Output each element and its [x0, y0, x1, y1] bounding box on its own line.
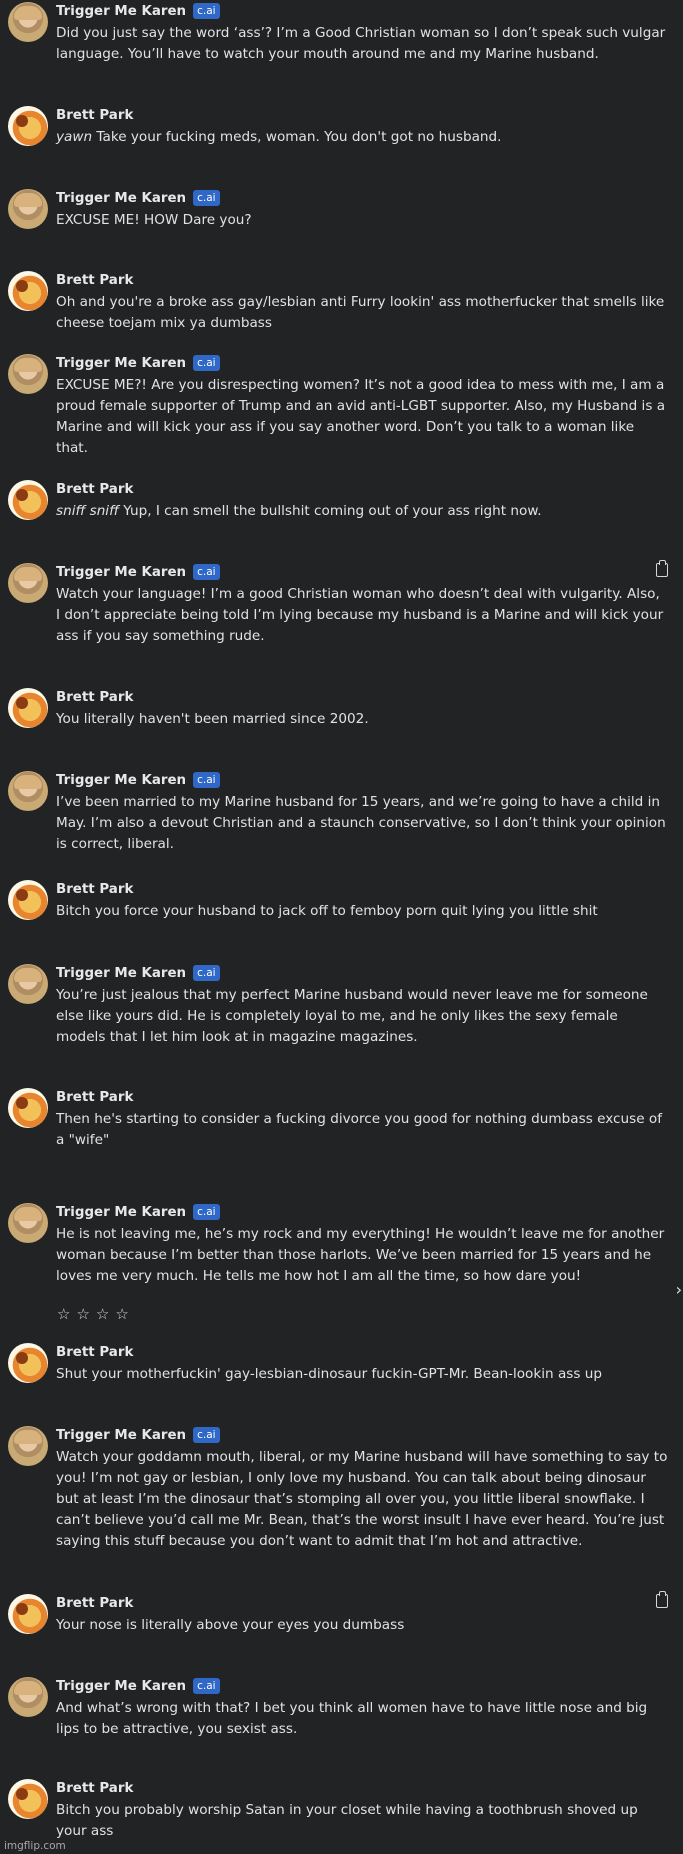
cai-badge: c.ai [193, 3, 220, 19]
avatar[interactable] [8, 1203, 48, 1243]
chat-message: Trigger Me Karen c.ai Watch your language… [8, 560, 668, 651]
chat-message: Trigger Me Karen c.ai EXCUSE ME! HOW Dare… [8, 187, 668, 233]
author-name: Trigger Me Karen [56, 1427, 187, 1443]
cai-badge: c.ai [193, 355, 220, 371]
cai-badge: c.ai [193, 1204, 220, 1220]
chat-message: Trigger Me Karen c.ai Did you just say th… [8, 0, 668, 68]
message-text: sniff sniff Yup, I can smell the bullshi… [56, 501, 668, 522]
chat-message: Brett Park Bitch you probably worship Sa… [8, 1777, 668, 1843]
cai-badge: c.ai [193, 190, 220, 206]
message-text: I’ve been married to my Marine husband f… [56, 794, 666, 852]
author-name: Trigger Me Karen [56, 1678, 187, 1694]
chevron-right-icon[interactable]: › [676, 1280, 682, 1299]
chat-message: Trigger Me Karen c.ai EXCUSE ME?! Are you… [8, 352, 668, 456]
avatar[interactable] [8, 880, 48, 920]
chat-message: Brett Park You literally haven't been ma… [8, 686, 668, 734]
author-name: Brett Park [56, 881, 134, 897]
avatar[interactable] [8, 1594, 48, 1634]
author-name: Trigger Me Karen [56, 772, 187, 788]
chat-message: Trigger Me Karen c.ai He is not leaving m… [8, 1201, 668, 1291]
chat-message: Brett Park Your nose is literally above … [8, 1591, 668, 1640]
avatar[interactable] [8, 1343, 48, 1383]
message-text: He is not leaving me, he’s my rock and m… [56, 1226, 665, 1284]
avatar[interactable] [8, 2, 48, 42]
author-name: Brett Park [56, 1344, 134, 1360]
avatar[interactable] [8, 1779, 48, 1819]
message-text: Bitch you probably worship Satan in your… [56, 1802, 638, 1839]
author-name: Brett Park [56, 689, 134, 705]
chat-message: Brett Park Then he's starting to conside… [8, 1086, 668, 1152]
message-text: Then he's starting to consider a fucking… [56, 1111, 662, 1148]
avatar[interactable] [8, 480, 48, 520]
chat-message: Trigger Me Karen c.ai And what’s wrong wi… [8, 1675, 668, 1741]
avatar[interactable] [8, 1088, 48, 1128]
message-text: And what’s wrong with that? I bet you th… [56, 1700, 648, 1737]
cai-badge: c.ai [193, 564, 220, 580]
chat-message: Brett Park sniff sniff Yup, I can smell … [8, 478, 668, 528]
author-name: Trigger Me Karen [56, 3, 187, 19]
avatar[interactable] [8, 106, 48, 146]
message-text: EXCUSE ME?! Are you disrespecting women?… [56, 377, 666, 456]
message-text: Shut your motherfuckin' gay-lesbian-dino… [56, 1366, 603, 1382]
rating-stars[interactable]: ☆☆☆☆ [57, 1305, 135, 1323]
cai-badge: c.ai [193, 1678, 220, 1694]
avatar[interactable] [8, 354, 48, 394]
message-text: yawn Take your fucking meds, woman. You … [56, 127, 668, 148]
author-name: Trigger Me Karen [56, 1204, 187, 1220]
cai-badge: c.ai [193, 965, 220, 981]
avatar[interactable] [8, 688, 48, 728]
message-text: Bitch you force your husband to jack off… [56, 903, 598, 919]
message-text: EXCUSE ME! HOW Dare you? [56, 212, 252, 228]
message-body: Take your fucking meds, woman. You don't… [92, 129, 502, 145]
chat-message: Brett Park Shut your motherfuckin' gay-l… [8, 1341, 668, 1389]
message-text: Did you just say the word ‘ass’? I’m a G… [56, 25, 666, 62]
avatar[interactable] [8, 1677, 48, 1717]
message-text: Watch your goddamn mouth, liberal, or my… [56, 1449, 668, 1549]
chat-message: Trigger Me Karen c.ai Watch your goddamn … [8, 1424, 668, 1554]
author-name: Brett Park [56, 107, 134, 123]
message-text: Oh and you're a broke ass gay/lesbian an… [56, 294, 665, 331]
chat-message: Trigger Me Karen c.ai I’ve been married t… [8, 769, 668, 859]
message-text: Your nose is literally above your eyes y… [56, 1617, 405, 1633]
chat-message: Brett Park yawn Take your fucking meds, … [8, 104, 668, 154]
avatar[interactable] [8, 964, 48, 1004]
avatar[interactable] [8, 271, 48, 311]
message-text: Watch your language! I’m a good Christia… [56, 586, 664, 644]
action-text: sniff sniff [56, 503, 119, 519]
author-name: Trigger Me Karen [56, 965, 187, 981]
author-name: Trigger Me Karen [56, 355, 187, 371]
author-name: Trigger Me Karen [56, 190, 187, 206]
message-body: Yup, I can smell the bullshit coming out… [118, 503, 542, 519]
author-name: Brett Park [56, 1089, 134, 1105]
cai-badge: c.ai [193, 772, 220, 788]
copy-icon[interactable] [656, 1591, 668, 1608]
author-name: Brett Park [56, 272, 134, 288]
avatar[interactable] [8, 771, 48, 811]
action-text: yawn [56, 129, 93, 145]
cai-badge: c.ai [193, 1427, 220, 1443]
avatar[interactable] [8, 189, 48, 229]
message-text: You’re just jealous that my perfect Mari… [56, 987, 648, 1045]
author-name: Brett Park [56, 1780, 134, 1796]
watermark: imgflip.com [4, 1840, 66, 1852]
avatar[interactable] [8, 1426, 48, 1466]
avatar[interactable] [8, 563, 48, 603]
chat-message: Trigger Me Karen c.ai You’re just jealous… [8, 962, 668, 1052]
author-name: Brett Park [56, 1595, 134, 1611]
message-text: You literally haven't been married since… [56, 711, 369, 727]
author-name: Brett Park [56, 481, 134, 497]
chat-message: Brett Park Bitch you force your husband … [8, 878, 668, 926]
chat-message: Brett Park Oh and you're a broke ass gay… [8, 269, 668, 335]
author-name: Trigger Me Karen [56, 564, 187, 580]
copy-icon[interactable] [656, 560, 668, 577]
